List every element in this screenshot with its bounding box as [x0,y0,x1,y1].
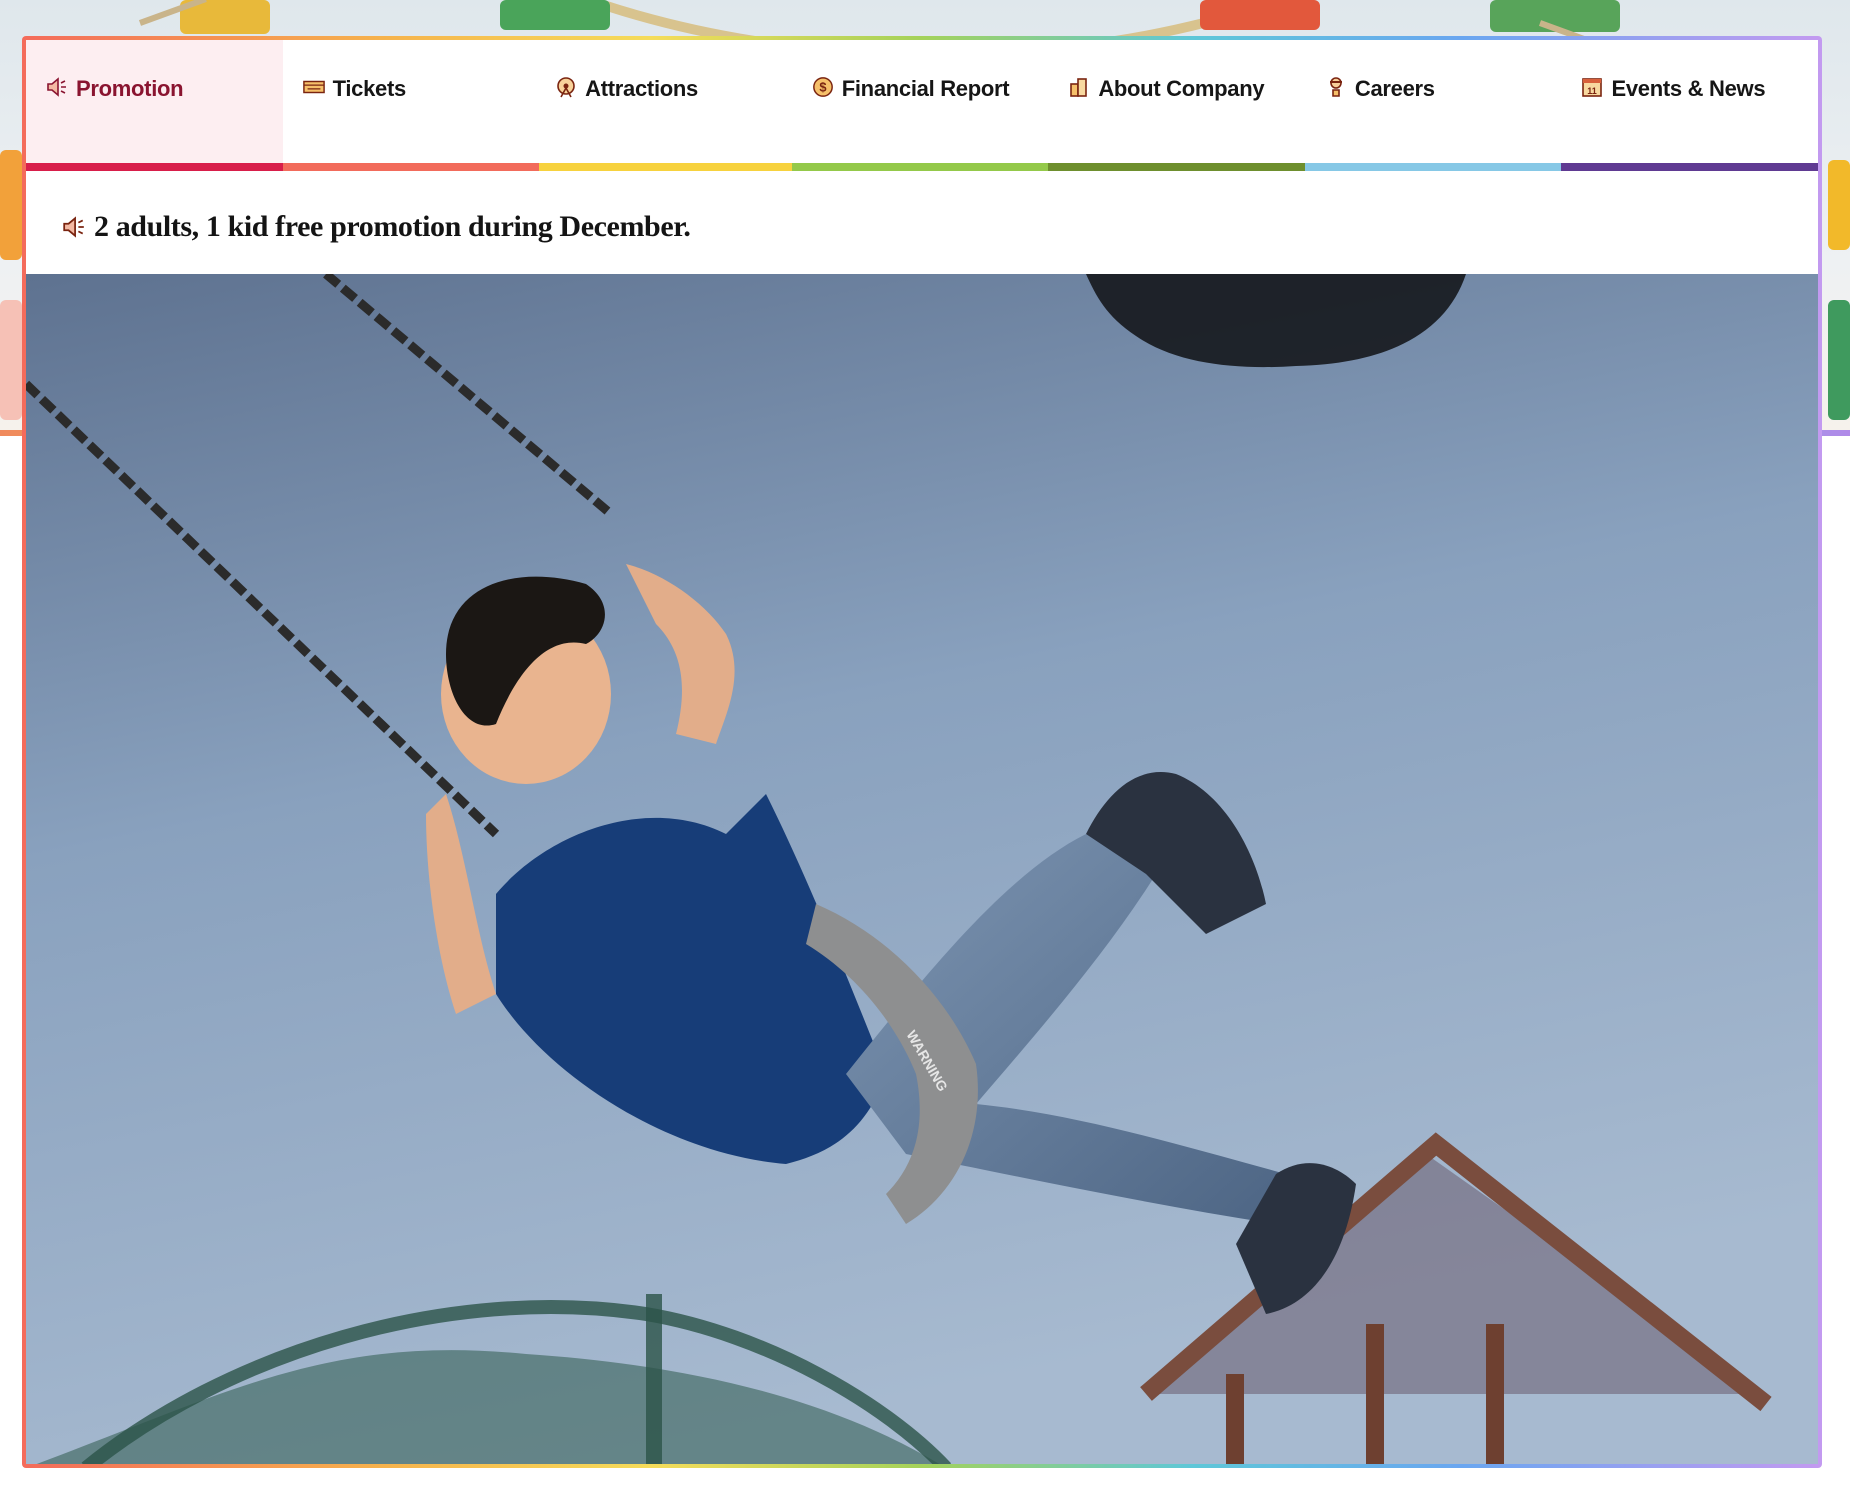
calendar-icon: 11 [1581,76,1603,98]
promotion-text: 2 adults, 1 kid free promotion during De… [94,210,691,243]
tab-indicator [1304,163,1562,171]
promotion-headline: 2 adults, 1 kid free promotion during De… [62,210,691,244]
ticket-icon [302,76,325,98]
playhouse-post [1486,1324,1504,1464]
tab-indicator [539,163,792,171]
tab-indicator [1561,163,1818,171]
tab-label: Careers [1354,76,1435,101]
tab-careers[interactable]: Careers [1304,40,1562,171]
tab-label: Events & News [1611,76,1766,101]
ferris-wheel-cabin [1828,300,1850,420]
tab-promotion[interactable]: Promotion [26,40,283,171]
tab-label: Tickets [332,76,407,101]
dollar-coin-icon: $ [812,76,834,98]
tab-tickets[interactable]: Tickets [282,40,540,171]
playhouse-post [1366,1324,1384,1464]
main-nav-tabs: Promotion Tickets Attractions $ Financia… [26,40,1818,171]
boy-on-swing-photo: WARNING [26,274,1818,1464]
tab-indicator [282,163,540,171]
content-card: Promotion Tickets Attractions $ Financia… [22,36,1822,1468]
tab-events-news[interactable]: 11 Events & News [1561,40,1818,171]
ferris-wheel-icon [555,76,577,98]
content-card-inner: Promotion Tickets Attractions $ Financia… [26,40,1818,1464]
ferris-wheel-cabin [0,300,22,420]
tab-label: Attractions [585,76,698,101]
ferris-wheel-cabin [1200,0,1320,30]
hero-image: WARNING [26,274,1818,1464]
tab-financial-report[interactable]: $ Financial Report [791,40,1049,171]
tab-label: Promotion [76,76,184,101]
ferris-wheel-cabin [1828,160,1850,250]
climbing-frame-post [646,1294,662,1464]
tab-label: About Company [1098,76,1265,101]
tab-indicator [1048,163,1305,171]
megaphone-icon [46,76,68,98]
person-icon [1325,76,1347,98]
tab-attractions[interactable]: Attractions [539,40,792,171]
ferris-wheel-cabin [0,150,22,260]
svg-text:$: $ [819,80,826,95]
tab-label: Financial Report [841,76,1010,101]
ferris-wheel-cabin [500,0,610,30]
tab-about-company[interactable]: About Company [1048,40,1305,171]
megaphone-icon [62,215,86,239]
building-icon [1068,76,1090,98]
playhouse-post [1226,1374,1244,1464]
tab-indicator [26,163,283,171]
svg-text:11: 11 [1588,86,1598,96]
tab-indicator [791,163,1049,171]
